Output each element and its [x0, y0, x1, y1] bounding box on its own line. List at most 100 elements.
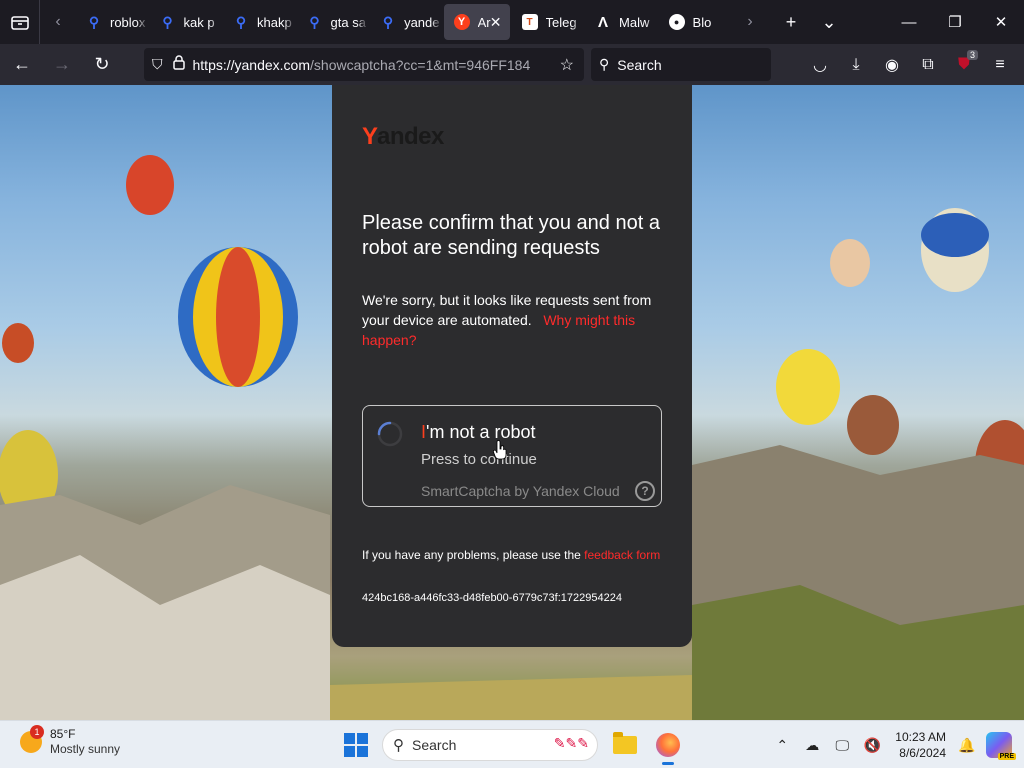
puzzle-icon: ⧉ — [922, 55, 934, 73]
network-button[interactable]: 🖵 — [827, 721, 857, 768]
monitor-icon: 🖵 — [835, 736, 850, 753]
firefox-view-button[interactable] — [0, 0, 40, 44]
system-tray: ⌃ ☁ 🖵 🔇 10:23 AM 8/6/2024 🔔 PRE — [767, 721, 1024, 768]
windows-taskbar: 1 85°F Mostly sunny ⚲ Search ✎✎✎ ⌃ ☁ 🖵 🔇… — [0, 720, 1024, 768]
reload-button[interactable]: ↻ — [84, 49, 120, 81]
weather-temperature: 85°F — [50, 727, 76, 741]
tab-khakp[interactable]: ⚲ khakp — [223, 4, 295, 40]
firefox-icon — [656, 733, 680, 757]
problems-text: If you have any problems, please use the… — [362, 548, 661, 562]
search-icon: ⚲ — [309, 13, 320, 30]
onedrive-button[interactable]: ☁ — [797, 721, 827, 768]
start-button[interactable] — [344, 733, 368, 757]
not-robot-checkbox[interactable]: I'm not a robot Press to continue SmartC… — [362, 405, 662, 507]
pocket-button[interactable]: ◡ — [802, 44, 838, 85]
search-icon: ⚲ — [382, 13, 394, 30]
tab-malwarebytes[interactable]: Λ Malw — [585, 4, 657, 40]
url-text[interactable]: https://yandex.com/showcaptcha?cc=1&mt=9… — [193, 57, 533, 73]
clock-date: 8/6/2024 — [899, 746, 946, 760]
pocket-icon: ◡ — [813, 56, 827, 74]
telegram-icon: T — [521, 14, 538, 30]
close-icon: ✕ — [994, 14, 1008, 31]
volume-button[interactable]: 🔇 — [857, 721, 887, 768]
minimize-icon: — — [901, 13, 917, 31]
show-hidden-icons-button[interactable]: ⌃ — [767, 721, 797, 768]
feedback-link[interactable]: feedback form — [584, 548, 660, 562]
download-icon: ⤓ — [852, 55, 860, 73]
press-to-continue-label: Press to continue — [421, 451, 537, 468]
restore-button[interactable]: ❐ — [932, 0, 978, 44]
folder-icon — [613, 732, 637, 754]
url-bar[interactable]: ⛉ https://yandex.com/showcaptcha?cc=1&mt… — [144, 48, 584, 81]
hamburger-menu-icon: ≡ — [995, 55, 1005, 73]
search-highlight-icon: ✎✎✎ — [553, 735, 589, 751]
captcha-card: Y andex Please confirm that you and not … — [332, 85, 692, 647]
captcha-heading: Please confirm that you and not a robot … — [362, 212, 660, 259]
tab-roblox[interactable]: ⚲ roblox — [76, 4, 148, 40]
tab-active-yandex[interactable]: Y Ar ✕ — [443, 4, 510, 40]
tab-list: ⚲ roblox ⚲ kak p ⚲ khakp ⚲ gta sa ⚲ yande Y Ar… — [76, 0, 732, 44]
search-icon: ⚲ — [235, 13, 247, 30]
windows-logo-icon — [344, 733, 355, 744]
tab-blog[interactable]: ● Blo — [659, 4, 731, 40]
tab-gta[interactable]: ⚲ gta sa — [297, 4, 369, 40]
weather-widget[interactable]: 1 85°F Mostly sunny — [20, 725, 121, 757]
chevron-left-icon: ‹ — [55, 13, 61, 30]
loading-spinner-icon — [377, 421, 403, 447]
shield-icon[interactable]: ⛉ — [152, 56, 163, 73]
bookmark-star-icon[interactable]: ☆ — [560, 55, 574, 75]
page-content: Y andex Please confirm that you and not … — [0, 85, 1024, 720]
svg-text:andex: andex — [377, 123, 445, 149]
search-input[interactable]: ⚲ Search — [591, 48, 771, 81]
new-tab-button[interactable]: + — [772, 0, 810, 44]
captcha-description: We're sorry, but it looks like requests … — [362, 292, 652, 348]
list-all-tabs-button[interactable]: ⌄ — [810, 0, 848, 44]
search-icon: ⚲ — [393, 737, 404, 754]
not-robot-label: I'm not a robot — [421, 422, 536, 442]
back-button[interactable]: ← — [4, 49, 40, 81]
notifications-button[interactable]: 🔔 — [952, 721, 982, 768]
arrow-right-icon: → — [53, 54, 71, 74]
hand-cursor-icon — [493, 440, 507, 460]
tab-yandex-search[interactable]: ⚲ yande — [370, 4, 442, 40]
bell-icon: 🔔 — [958, 736, 976, 753]
reload-icon: ↻ — [94, 54, 110, 74]
restore-icon: ❐ — [948, 14, 962, 31]
app-menu-button[interactable]: ≡ — [982, 44, 1018, 85]
forward-button[interactable]: → — [44, 49, 80, 81]
close-window-button[interactable]: ✕ — [978, 0, 1024, 44]
minimize-button[interactable]: — — [886, 0, 932, 44]
lock-icon[interactable] — [172, 54, 185, 75]
close-tab-icon[interactable]: ✕ — [490, 14, 502, 31]
clock[interactable]: 10:23 AM 8/6/2024 — [895, 729, 946, 761]
extensions-button[interactable]: ⧉ — [910, 44, 946, 85]
yandex-icon: Y — [453, 14, 470, 30]
malwarebytes-icon: Λ — [598, 13, 609, 31]
copilot-button[interactable]: PRE — [986, 732, 1016, 760]
chevron-down-icon: ⌄ — [821, 11, 837, 32]
sun-icon: 1 — [20, 725, 44, 753]
tab-kak[interactable]: ⚲ kak p — [150, 4, 222, 40]
account-button[interactable]: ◉ — [874, 44, 910, 85]
tabs-scroll-left-button[interactable]: ‹ — [40, 0, 76, 44]
firefox-taskbar-button[interactable] — [652, 729, 684, 765]
svg-text:Y: Y — [362, 123, 378, 149]
file-explorer-button[interactable] — [609, 729, 641, 761]
firefox-view-icon — [10, 16, 29, 30]
search-icon: ⚲ — [88, 13, 100, 30]
clock-time: 10:23 AM — [895, 730, 946, 744]
downloads-button[interactable]: ⤓ — [838, 44, 874, 85]
extension-badge: 3 — [966, 50, 978, 60]
help-icon[interactable]: ? — [635, 481, 655, 501]
ublock-button[interactable]: ⛊ 3 — [946, 44, 982, 85]
toolbar-actions: ◡ ⤓ ◉ ⧉ ⛊ 3 ≡ — [802, 44, 1018, 85]
yandex-logo-mark: Y andex — [362, 123, 446, 150]
arrow-left-icon: ← — [13, 54, 31, 74]
notification-badge: 1 — [30, 725, 44, 739]
taskbar-search[interactable]: ⚲ Search ✎✎✎ — [382, 729, 598, 761]
tab-telegram[interactable]: T Teleg — [512, 4, 584, 40]
cloud-icon: ☁ — [805, 736, 820, 753]
chevron-up-icon: ⌃ — [776, 736, 789, 753]
tabs-scroll-right-button[interactable]: › — [732, 0, 768, 44]
weather-condition: Mostly sunny — [50, 742, 121, 756]
